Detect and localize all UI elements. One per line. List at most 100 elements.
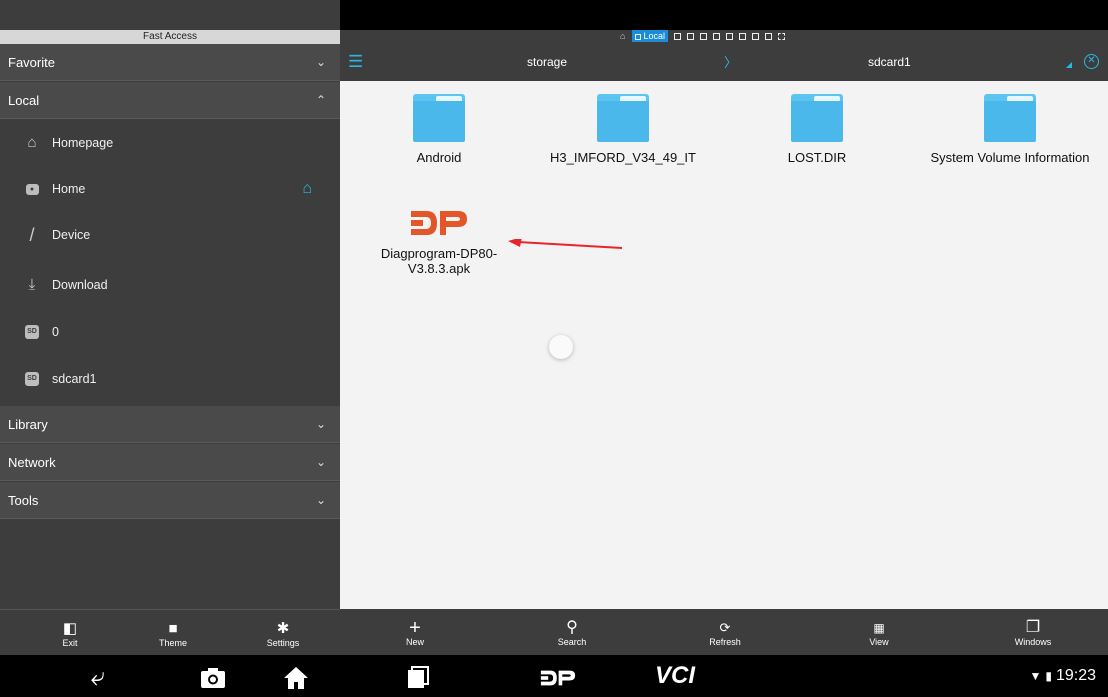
folder-icon [597,94,649,142]
window-tab[interactable] [673,32,681,40]
sidebar-item-home[interactable]: ● Home ⌂ [0,166,340,212]
file-manager-screen: Fast Access Favorite ⌄ Local ⌃ ⌂ Homepag… [0,0,1108,697]
home-icon[interactable] [276,655,316,697]
window-tab[interactable] [686,32,694,40]
dp-app-icon[interactable] [528,655,588,697]
grid-icon: ▦ [873,621,885,635]
refresh-label: Refresh [709,637,741,647]
sidebar-item-label: Homepage [52,136,114,150]
loading-spinner [549,335,573,359]
sidebar-bottom-bar: ◧ Exit ■ Theme ✱ Settings [0,609,340,655]
exit-icon: ◧ [62,620,78,637]
sidebar-section-local[interactable]: Local ⌃ [0,82,340,119]
sidebar-section-network[interactable]: Network ⌄ [0,444,340,481]
path-segment-sdcard1[interactable]: sdcard1 [868,44,911,81]
file-item-system-volume-information[interactable]: System Volume Information [915,81,1105,165]
path-separator-icon: 〉 [724,55,738,70]
file-name: LOST.DIR [787,150,847,165]
window-tab[interactable] [712,32,720,40]
dropdown-triangle-icon[interactable] [1066,62,1072,68]
tshirt-icon: ■ [168,620,178,637]
folder-icon [413,94,465,142]
settings-label: Settings [266,638,300,648]
camera-icon[interactable] [193,655,233,697]
new-button[interactable]: + New [365,609,465,655]
window-tab[interactable] [777,32,785,40]
windows-button[interactable]: ❐ Windows [983,609,1083,655]
sidebar-item-label: sdcard1 [52,372,97,386]
search-label: Search [557,637,587,647]
sidebar: Fast Access Favorite ⌄ Local ⌃ ⌂ Homepag… [0,0,340,655]
sidebar-item-homepage[interactable]: ⌂ Homepage [0,120,340,166]
section-label: Tools [8,493,39,508]
chevron-down-icon: ⌄ [315,455,326,469]
window-tab[interactable] [751,32,759,40]
file-item-android[interactable]: Android [344,81,534,165]
chevron-down-icon: ⌄ [315,55,326,69]
chevron-up-icon: ⌃ [315,93,326,107]
battery-icon: ▮ [1045,669,1052,683]
path-segment-storage[interactable]: storage [527,44,567,81]
view-button[interactable]: ▦ View [829,609,929,655]
search-button[interactable]: ⚲ Search [522,609,622,655]
file-item-lost-dir[interactable]: LOST.DIR [722,81,912,165]
plus-icon: + [409,617,421,639]
dp-app-icon [411,211,467,235]
sidebar-section-library[interactable]: Library ⌄ [0,406,340,443]
window-tab-local[interactable]: Local [632,30,668,42]
window-tab[interactable] [764,32,772,40]
chevron-down-icon: ⌄ [315,417,326,431]
window-strip: ⌂ Local [620,30,788,44]
section-label: Local [8,93,40,108]
android-nav-bar: ⤶ VCI ▼ ▮ 19:23 [0,655,1108,697]
section-label: Library [8,417,48,432]
new-label: New [405,637,424,647]
status-clock: ▼ ▮ 19:23 [1029,655,1096,697]
sd-card-icon: SD [22,356,42,402]
theme-button[interactable]: ■ Theme [133,610,213,656]
close-circle-icon[interactable]: ✕ [1084,54,1099,69]
refresh-icon: ⟳ [719,620,731,635]
windows-icon: ❐ [1025,619,1041,636]
vci-button[interactable]: VCI [645,655,705,697]
sidebar-item-0[interactable]: SD 0 [0,309,340,355]
window-tab[interactable] [725,32,733,40]
hamburger-menu-icon[interactable]: ☰ [348,53,363,71]
sidebar-item-download[interactable]: ⤓ Download [0,262,340,308]
exit-button[interactable]: ◧ Exit [30,610,110,656]
folder-icon [984,94,1036,142]
gear-icon: ✱ [276,620,290,637]
file-name: Android [416,150,462,165]
folder-icon [791,94,843,142]
file-item-diagprogram-apk[interactable]: Diagprogram-DP80- V3.8.3.apk [344,165,534,276]
file-item-h3-imford[interactable]: H3_IMFORD_V34_49_IT [528,81,718,165]
sidebar-item-label: 0 [52,325,59,339]
exit-label: Exit [62,638,78,648]
file-name: H3_IMFORD_V34_49_IT [550,150,696,165]
house-outline-icon: ⌂ [27,134,37,151]
folder-image-icon: ● [22,166,42,212]
recent-apps-icon[interactable] [398,655,438,697]
sidebar-section-tools[interactable]: Tools ⌄ [0,482,340,519]
home-house-icon[interactable]: ⌂ [302,166,312,212]
view-label: View [869,637,889,647]
sidebar-item-label: Download [52,278,108,292]
window-tab[interactable] [738,32,746,40]
refresh-button[interactable]: ⟳ Refresh [675,609,775,655]
sidebar-section-favorite[interactable]: Favorite ⌄ [0,44,340,81]
file-grid: Android H3_IMFORD_V34_49_IT LOST.DIR Sys… [340,81,1108,609]
section-label: Favorite [8,55,55,70]
chevron-down-icon: ⌄ [315,493,326,507]
back-icon[interactable]: ⤶ [78,655,118,697]
sidebar-item-sdcard1[interactable]: SD sdcard1 [0,356,340,402]
sidebar-item-label: Device [52,228,91,242]
sd-card-icon: SD [22,309,42,355]
home-window-icon[interactable]: ⌂ [620,31,625,41]
section-label: Network [8,455,56,470]
path-bar: ☰ storage 〉 sdcard1 ✕ [340,44,1108,81]
download-icon: ⤓ [28,276,36,293]
window-tab[interactable] [699,32,707,40]
sidebar-item-device[interactable]: / Device [0,212,340,258]
settings-button[interactable]: ✱ Settings [243,610,323,656]
theme-label: Theme [158,638,187,648]
